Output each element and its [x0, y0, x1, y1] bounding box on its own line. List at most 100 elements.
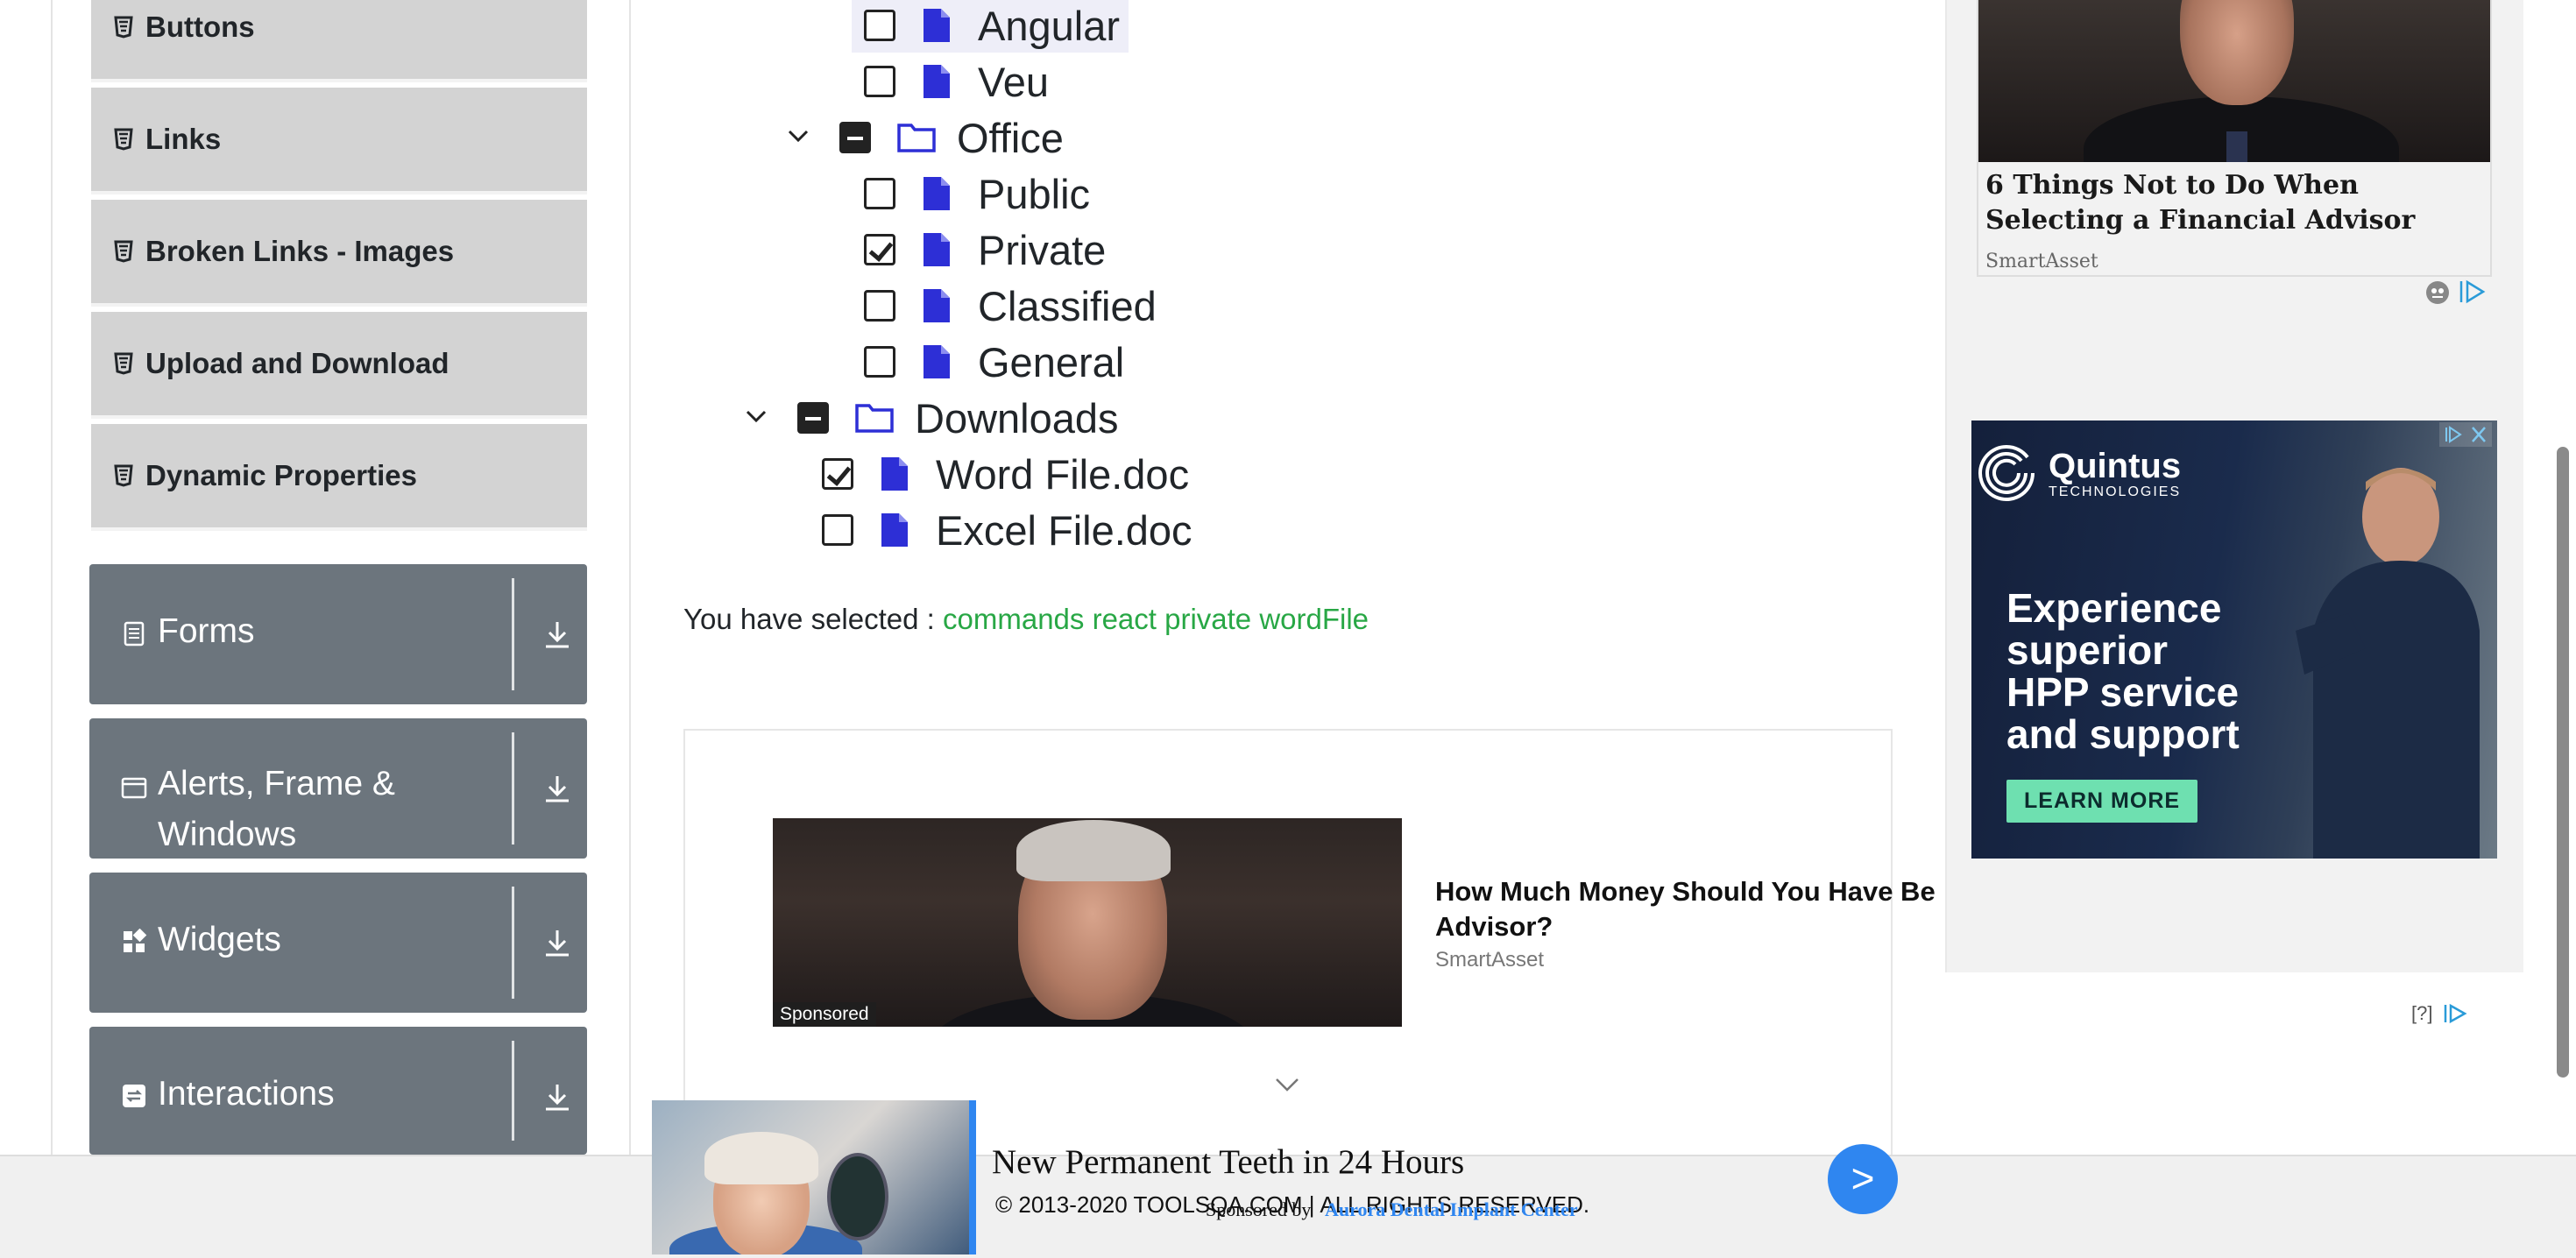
tree-node-excel-file[interactable]: Excel File.doc [822, 503, 1192, 557]
adchoices-icon[interactable] [2443, 1002, 2469, 1025]
sidebar-item-label: Dynamic Properties [145, 459, 417, 491]
tree-node-label: Angular [978, 2, 1120, 49]
sidebar-item-buttons[interactable]: Buttons [91, 0, 587, 82]
selection-values: commands react private wordFile [943, 603, 1369, 635]
adchoices-icon[interactable] [2459, 279, 2488, 305]
checkbox[interactable] [822, 458, 853, 490]
ad-title-right[interactable]: 6 Things Not to Do When Selecting a Fina… [1985, 168, 2476, 238]
tree-node-downloads[interactable]: Downloads [797, 391, 1119, 445]
group-divider [512, 578, 514, 690]
checkbox[interactable] [864, 66, 895, 97]
tree-node-label: Classified [978, 282, 1157, 329]
folder-icon [855, 404, 894, 433]
sidebar-item-upload-download[interactable]: Upload and Download [91, 312, 587, 419]
checkbox[interactable] [864, 10, 895, 41]
checkbox[interactable] [864, 234, 895, 265]
banner-copy-line: and support [2006, 711, 2240, 757]
tree-node-public[interactable]: Public [864, 166, 1090, 221]
sidebar-item-label: Buttons [145, 11, 255, 43]
tree-node-private[interactable]: Private [864, 223, 1106, 277]
tree-node-classified[interactable]: Classified [864, 279, 1157, 333]
window-icon [121, 777, 147, 799]
tree-node-label: Downloads [915, 394, 1119, 442]
privacy-icon[interactable] [2424, 279, 2452, 307]
sidebar-border-right [629, 0, 631, 1156]
interactions-icon [123, 1085, 145, 1107]
ad-headline[interactable]: How Much Money Should You Have Be Adviso… [1435, 874, 1970, 944]
group-label: Alerts, Frame & [158, 765, 395, 802]
tree-node-word-file[interactable]: Word File.doc [822, 447, 1189, 501]
group-divider [512, 887, 514, 999]
ad-image[interactable] [773, 818, 1402, 1027]
tree-node-office[interactable]: Office [839, 110, 1064, 165]
sidebar-group-interactions[interactable]: Interactions [89, 1027, 587, 1155]
group-label-line2: Windows [158, 816, 297, 853]
chevron-down-icon[interactable] [1274, 1074, 1300, 1095]
tree-node-angular[interactable]: Angular [864, 0, 1120, 53]
learn-more-button[interactable]: LEARN MORE [2006, 780, 2198, 823]
tree-node-label: Word File.doc [936, 450, 1190, 498]
selection-result: You have selected : commands react priva… [683, 603, 1369, 636]
file-icon [924, 9, 950, 42]
sticky-ad-go-button[interactable]: > [1828, 1144, 1898, 1214]
sponsored-tag: Sponsored [773, 1002, 876, 1027]
sticky-ad-title[interactable]: New Permanent Teeth in 24 Hours [992, 1142, 1464, 1182]
tree-node-label: Veu [978, 58, 1050, 105]
sidebar-group-widgets[interactable]: Widgets [89, 873, 587, 1013]
html5-icon [114, 464, 133, 487]
tree-node-general[interactable]: General [864, 335, 1124, 389]
group-label: Forms [158, 612, 255, 650]
ad-help-link[interactable]: [?] [2411, 1002, 2432, 1025]
file-icon [924, 177, 950, 210]
ad-headline-line1: How Much Money Should You Have Be [1435, 876, 1936, 907]
html5-icon [114, 240, 133, 263]
quintus-banner-ad[interactable]: Quintus TECHNOLOGIES Experience superior… [1971, 421, 2497, 859]
checkbox[interactable] [839, 122, 871, 153]
file-icon [924, 345, 950, 378]
group-divider [512, 732, 514, 845]
download-icon[interactable] [541, 618, 573, 650]
ad-image-right[interactable] [1978, 0, 2490, 162]
tree-node-label: General [978, 338, 1125, 385]
tree-node-label: Public [978, 170, 1091, 217]
checkbox[interactable] [864, 178, 895, 209]
checkbox[interactable] [864, 290, 895, 322]
file-icon [881, 457, 908, 491]
sticky-ad-sponsor-link[interactable]: Aurora Dental Implant Center [1325, 1198, 1578, 1221]
sticky-ad-sponsor-label: Sponsored by [1206, 1198, 1312, 1220]
person-image [2296, 468, 2480, 859]
sidebar-item-dynamic-properties[interactable]: Dynamic Properties [91, 424, 587, 531]
sidebar-item-links[interactable]: Links [91, 88, 587, 194]
chevron-down-icon[interactable] [785, 123, 811, 149]
selection-prefix: You have selected : [683, 603, 935, 635]
brand-name: Quintus [2049, 447, 2182, 485]
ad-close-icon[interactable] [2439, 422, 2492, 447]
banner-copy-line: superior [2006, 627, 2169, 673]
page-scrollbar[interactable] [2557, 447, 2569, 1078]
file-icon [881, 513, 908, 547]
widgets-icon [124, 929, 147, 952]
sticky-ad-image[interactable] [652, 1100, 976, 1254]
checkbox[interactable] [822, 514, 853, 546]
checkbox[interactable] [797, 402, 829, 434]
file-icon [924, 65, 950, 98]
html5-icon [114, 128, 133, 151]
ad-source-right: SmartAsset [1985, 251, 2098, 272]
ad-source: SmartAsset [1435, 948, 1545, 972]
sidebar-group-forms[interactable]: Forms [89, 564, 587, 704]
group-label: Interactions [158, 1075, 335, 1113]
quintus-logo-icon [1978, 445, 2035, 501]
ad-headline-line2: Advisor? [1435, 911, 1553, 942]
checkbox[interactable] [864, 346, 895, 378]
download-icon[interactable] [541, 1081, 573, 1113]
chevron-down-icon[interactable] [743, 403, 769, 429]
banner-copy-line: Experience [2006, 585, 2222, 631]
download-icon[interactable] [541, 773, 573, 804]
download-icon[interactable] [541, 927, 573, 958]
html5-icon [114, 16, 133, 39]
tree-node-veu[interactable]: Veu [864, 54, 1049, 109]
sidebar-group-alerts[interactable]: Alerts, Frame & Windows [89, 718, 587, 859]
file-icon [924, 289, 950, 322]
sidebar-item-broken-links[interactable]: Broken Links - Images [91, 200, 587, 307]
form-icon [124, 621, 145, 647]
